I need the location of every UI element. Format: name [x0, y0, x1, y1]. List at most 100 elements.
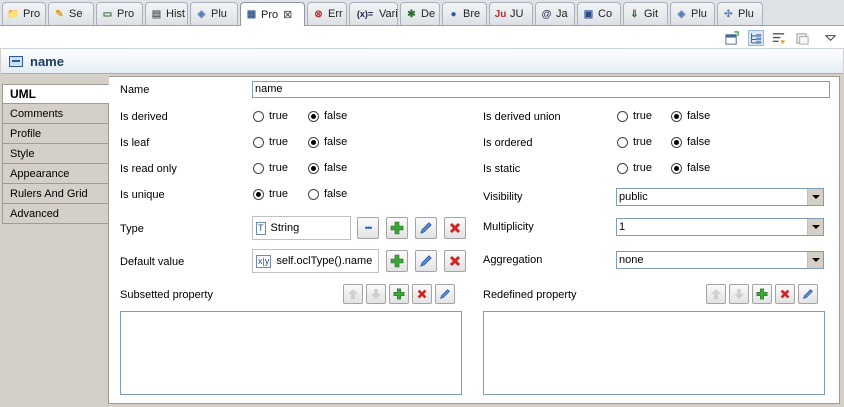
tab-project[interactable]: 📁 Pro [2, 2, 46, 25]
variables-icon: (x)= [356, 9, 374, 19]
chevron-down-icon[interactable] [807, 189, 823, 205]
radio-label: true [269, 110, 288, 122]
is-derived-false-radio[interactable]: false [308, 110, 347, 122]
edit-redefined-button[interactable] [798, 284, 818, 304]
chevron-down-icon[interactable] [807, 252, 823, 268]
tab-search[interactable]: ✎ Se [48, 2, 94, 25]
is-static-true-radio[interactable]: true [617, 162, 652, 174]
is-unique-label: Is unique [120, 189, 165, 201]
type-reference-field[interactable]: T String [252, 216, 351, 240]
add-type-button[interactable] [386, 217, 408, 239]
is-ordered-true-radio[interactable]: true [617, 136, 652, 148]
side-tab-rulers-and-grid[interactable]: Rulers And Grid [2, 184, 109, 204]
aggregation-select[interactable]: none [616, 251, 824, 269]
tab-history[interactable]: ▤ Hist [145, 2, 188, 25]
add-default-value-button[interactable] [386, 250, 408, 272]
radio-circle [253, 136, 264, 148]
close-icon[interactable]: ⊠ [283, 8, 292, 21]
visibility-label: Visibility [483, 191, 523, 203]
move-up-subsetted-button[interactable] [343, 284, 363, 304]
chevron-down-icon[interactable] [807, 219, 823, 235]
radio-circle [671, 110, 682, 122]
is-leaf-true-radio[interactable]: true [253, 136, 288, 148]
redefined-property-list[interactable] [483, 311, 825, 395]
new-window-icon[interactable] [723, 30, 739, 46]
junit-icon: Ju [494, 8, 507, 20]
tab-plugins[interactable]: ◈ Plu [670, 2, 715, 25]
tab-breakpoints[interactable]: ● Bre [442, 2, 487, 25]
radio-circle [308, 110, 319, 122]
expression-icon: x|y [256, 254, 272, 268]
is-static-false-radio[interactable]: false [671, 162, 710, 174]
side-tab-advanced[interactable]: Advanced [2, 204, 109, 224]
subsetted-property-list[interactable] [120, 311, 462, 395]
plugins-icon: ◈ [197, 8, 206, 20]
side-tab-style[interactable]: Style [2, 144, 109, 164]
redefined-property-label: Redefined property [483, 289, 577, 301]
restore-default-icon[interactable] [794, 30, 810, 46]
multiplicity-label: Multiplicity [483, 221, 534, 233]
view-menu-icon[interactable] [822, 30, 838, 46]
is-unique-true-radio[interactable]: true [253, 188, 288, 200]
is-unique-false-radio[interactable]: false [308, 188, 347, 200]
is-read-only-true-radio[interactable]: true [253, 162, 288, 174]
move-down-subsetted-button[interactable] [366, 284, 386, 304]
radio-circle [253, 162, 264, 174]
tab-plugin-dependencies[interactable]: ✣ Plu [717, 2, 763, 25]
side-tab-appearance[interactable]: Appearance [2, 164, 109, 184]
tab-git[interactable]: ⇓ Git [623, 2, 668, 25]
project-icon: 📁 [7, 8, 20, 20]
tab-javadoc[interactable]: @ Ja [535, 2, 575, 25]
edit-type-button[interactable] [415, 217, 437, 239]
radio-circle [617, 136, 628, 148]
is-derived-true-radio[interactable]: true [253, 110, 288, 122]
name-input[interactable]: name [252, 81, 830, 98]
edit-subsetted-button[interactable] [435, 284, 455, 304]
edit-default-value-button[interactable] [415, 250, 437, 272]
side-tab-comments[interactable]: Comments [2, 104, 109, 124]
tab-junit[interactable]: Ju JU [489, 2, 533, 25]
radio-label: false [324, 188, 348, 200]
view-toolbar [0, 26, 844, 48]
is-derived-union-false-radio[interactable]: false [671, 110, 710, 122]
move-up-redefined-button[interactable] [706, 284, 726, 304]
browse-type-button[interactable]: ••• [357, 217, 379, 239]
filter-icon[interactable] [770, 30, 786, 46]
add-redefined-button[interactable] [752, 284, 772, 304]
datatype-icon: T [256, 221, 266, 235]
is-static-label: Is static [483, 163, 521, 175]
visibility-select[interactable]: public [616, 188, 824, 206]
delete-type-button[interactable] [444, 217, 466, 239]
is-derived-union-true-radio[interactable]: true [617, 110, 652, 122]
view-tab-bar: 📁 Pro ✎ Se ▭ Pro ▤ Hist ◈ Plu ▦ Pro ⊠ ⊗ Err (x)= Vari ✱ De… [0, 0, 844, 26]
is-leaf-false-radio[interactable]: false [308, 136, 347, 148]
tab-error-log[interactable]: ⊗ Err [307, 2, 347, 25]
delete-redefined-button[interactable] [775, 284, 795, 304]
side-tabs-background [2, 224, 109, 404]
is-ordered-label: Is ordered [483, 137, 533, 149]
delete-subsetted-button[interactable] [412, 284, 432, 304]
add-subsetted-button[interactable] [389, 284, 409, 304]
multiplicity-select[interactable]: 1 [616, 218, 824, 236]
delete-icon [449, 255, 461, 267]
progress-icon: ▭ [102, 8, 113, 20]
side-tab-profile[interactable]: Profile [2, 124, 109, 144]
radio-circle [617, 162, 628, 174]
show-categories-icon[interactable] [748, 30, 764, 46]
is-read-only-false-radio[interactable]: false [308, 162, 347, 174]
radio-label: false [687, 136, 711, 148]
is-ordered-false-radio[interactable]: false [671, 136, 710, 148]
radio-label: true [269, 136, 288, 148]
tab-progress[interactable]: ▭ Pro [96, 2, 143, 25]
tab-console[interactable]: ▣ Co [577, 2, 621, 25]
tab-plugins[interactable]: ◈ Plu [190, 2, 238, 25]
side-tab-uml[interactable]: UML [2, 84, 109, 104]
tab-variables[interactable]: (x)= Vari [349, 2, 398, 25]
tab-label: Plu [691, 8, 707, 20]
default-value-field[interactable]: x|y self.oclType().name [252, 249, 379, 273]
pencil-icon [420, 222, 432, 234]
tab-debug[interactable]: ✱ De [400, 2, 440, 25]
delete-default-value-button[interactable] [444, 250, 466, 272]
tab-properties[interactable]: ▦ Pro ⊠ [240, 2, 305, 26]
move-down-redefined-button[interactable] [729, 284, 749, 304]
